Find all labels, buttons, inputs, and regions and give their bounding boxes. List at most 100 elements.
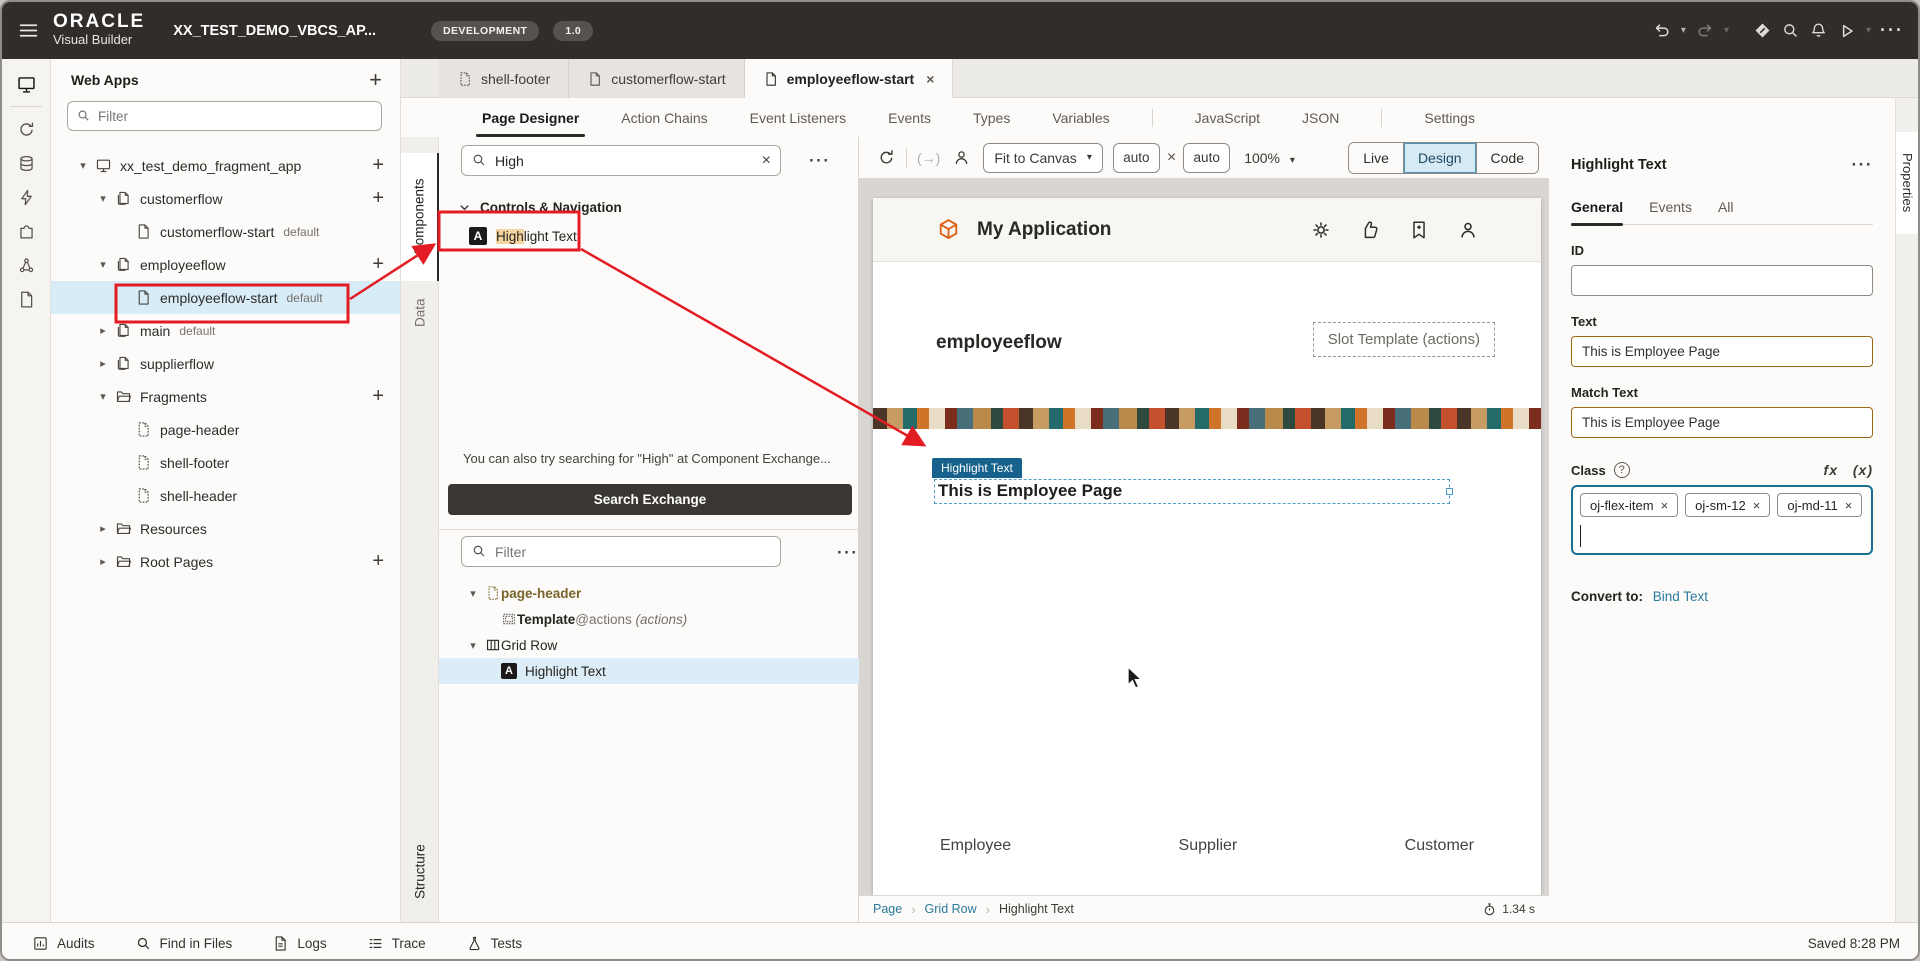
canvas-height-input[interactable]: auto bbox=[1183, 142, 1231, 173]
tree-item-root-pages[interactable]: ▸ Root Pages + bbox=[51, 545, 400, 578]
tab-action-chains[interactable]: Action Chains bbox=[621, 98, 707, 137]
audience-person-icon[interactable] bbox=[952, 148, 971, 167]
trace-button[interactable]: Trace bbox=[367, 935, 426, 952]
run-play-icon[interactable] bbox=[1837, 21, 1857, 41]
rail-processes-icon[interactable] bbox=[2, 180, 51, 214]
rail-components-icon[interactable] bbox=[2, 214, 51, 248]
expand-arrow-icon[interactable]: ▾ bbox=[467, 639, 479, 652]
class-chip-oj-flex-item[interactable]: oj-flex-item × bbox=[1580, 493, 1679, 517]
breadcrumb-page[interactable]: Page bbox=[873, 902, 902, 916]
tab-structure-vertical[interactable]: Structure bbox=[401, 837, 439, 907]
variable-picker-icon[interactable]: (x) bbox=[1853, 462, 1873, 478]
tab-json[interactable]: JSON bbox=[1302, 98, 1339, 137]
tab-javascript[interactable]: JavaScript bbox=[1195, 98, 1260, 137]
properties-menu-icon[interactable]: ··· bbox=[1852, 155, 1873, 175]
footer-link-supplier[interactable]: Supplier bbox=[1179, 837, 1238, 855]
remove-chip-icon[interactable]: × bbox=[1753, 498, 1761, 513]
search-icon[interactable] bbox=[1781, 21, 1800, 40]
class-chip-input[interactable]: oj-flex-item × oj-sm-12 × oj-md-11 × bbox=[1571, 485, 1873, 555]
web-apps-filter-input[interactable] bbox=[67, 101, 382, 131]
fit-to-canvas-dropdown[interactable]: Fit to Canvas ▾ bbox=[983, 142, 1103, 173]
resize-handle[interactable] bbox=[1446, 488, 1453, 495]
collapse-arrow-icon[interactable]: ▸ bbox=[97, 555, 109, 568]
mode-design-button[interactable]: Design bbox=[1402, 142, 1477, 173]
rail-services-icon[interactable] bbox=[2, 112, 51, 146]
tree-item-app[interactable]: ▾ xx_test_demo_fragment_app + bbox=[51, 149, 400, 182]
tree-item-customerflow-start[interactable]: customerflow-start default bbox=[51, 215, 400, 248]
expand-arrow-icon[interactable]: ▾ bbox=[97, 192, 109, 205]
find-in-files-button[interactable]: Find in Files bbox=[135, 935, 232, 952]
tests-button[interactable]: Tests bbox=[466, 935, 522, 952]
structure-item-page-header[interactable]: ▾ page-header bbox=[439, 580, 859, 606]
tab-events[interactable]: Events bbox=[888, 98, 931, 137]
highlight-text-content[interactable]: This is Employee Page bbox=[938, 481, 1122, 501]
tab-event-listeners[interactable]: Event Listeners bbox=[750, 98, 847, 137]
logs-button[interactable]: Logs bbox=[272, 935, 327, 952]
add-root-page-button[interactable]: + bbox=[372, 550, 384, 573]
tab-settings[interactable]: Settings bbox=[1424, 98, 1475, 137]
tree-item-main[interactable]: ▸ main default bbox=[51, 314, 400, 347]
rail-business-objects-icon[interactable] bbox=[2, 146, 51, 180]
rail-dependencies-icon[interactable] bbox=[2, 248, 51, 282]
tab-employeeflow-start[interactable]: employeeflow-start × bbox=[744, 59, 954, 98]
expand-arrow-icon[interactable]: ▾ bbox=[97, 258, 109, 271]
expand-arrow-icon[interactable]: ▾ bbox=[77, 159, 89, 172]
footer-link-employee[interactable]: Employee bbox=[940, 837, 1011, 855]
text-input[interactable] bbox=[1571, 336, 1873, 367]
section-controls-navigation[interactable]: Controls & Navigation bbox=[459, 200, 858, 215]
refresh-canvas-icon[interactable] bbox=[877, 148, 896, 167]
structure-item-highlight-text[interactable]: A Highlight Text bbox=[439, 658, 859, 684]
collapse-arrow-icon[interactable]: ▸ bbox=[97, 324, 109, 337]
rail-source-icon[interactable] bbox=[2, 282, 51, 316]
undo-dropdown-caret[interactable]: ▾ bbox=[1681, 25, 1686, 36]
structure-item-grid-row[interactable]: ▾ Grid Row bbox=[439, 632, 859, 658]
class-chip-oj-sm-12[interactable]: oj-sm-12 × bbox=[1685, 493, 1771, 517]
live-edit-mode-icon[interactable]: (→) bbox=[917, 150, 940, 166]
class-chip-oj-md-11[interactable]: oj-md-11 × bbox=[1777, 493, 1863, 517]
rail-web-apps-icon[interactable] bbox=[2, 67, 51, 101]
mode-live-button[interactable]: Live bbox=[1349, 142, 1403, 173]
components-search-input[interactable]: × bbox=[461, 145, 781, 176]
collapse-arrow-icon[interactable]: ▸ bbox=[97, 522, 109, 535]
breadcrumb-grid-row[interactable]: Grid Row bbox=[925, 902, 977, 916]
audits-button[interactable]: Audits bbox=[32, 935, 95, 952]
tree-item-shell-header[interactable]: shell-header bbox=[51, 479, 400, 512]
help-question-icon[interactable]: ? bbox=[1613, 462, 1630, 478]
redo-icon[interactable] bbox=[1695, 21, 1715, 41]
tab-components-vertical[interactable]: Components bbox=[401, 153, 439, 281]
tab-customerflow-start[interactable]: customerflow-start bbox=[569, 59, 745, 98]
tree-item-employeeflow[interactable]: ▾ employeeflow + bbox=[51, 248, 400, 281]
fx-expression-icon[interactable]: fx bbox=[1824, 462, 1838, 478]
tab-general[interactable]: General bbox=[1571, 199, 1624, 226]
git-icon[interactable] bbox=[1753, 21, 1772, 40]
components-menu-icon[interactable]: ··· bbox=[809, 151, 830, 171]
footer-link-customer[interactable]: Customer bbox=[1405, 837, 1474, 855]
structure-item-template[interactable]: Template@actions (actions) bbox=[439, 606, 859, 632]
header-overflow-menu-icon[interactable]: ··· bbox=[1880, 20, 1904, 41]
tab-shell-footer[interactable]: shell-footer bbox=[439, 59, 570, 98]
person-icon[interactable] bbox=[1457, 219, 1479, 241]
tree-item-fragments[interactable]: ▾ Fragments + bbox=[51, 380, 400, 413]
bind-text-link[interactable]: Bind Text bbox=[1653, 589, 1708, 604]
tab-events[interactable]: Events bbox=[1649, 199, 1692, 224]
tree-item-customerflow[interactable]: ▾ customerflow + bbox=[51, 182, 400, 215]
tree-item-shell-footer[interactable]: shell-footer bbox=[51, 446, 400, 479]
tree-item-supplierflow[interactable]: ▸ supplierflow bbox=[51, 347, 400, 380]
canvas-width-input[interactable]: auto bbox=[1112, 142, 1160, 173]
tab-types[interactable]: Types bbox=[973, 98, 1010, 137]
notifications-bell-icon[interactable] bbox=[1809, 21, 1828, 40]
add-page-button[interactable]: + bbox=[372, 253, 384, 276]
id-input[interactable] bbox=[1571, 265, 1873, 296]
clear-search-icon[interactable]: × bbox=[762, 152, 771, 170]
page-preview[interactable]: My Application employeeflow Slot Templat… bbox=[873, 198, 1541, 895]
collapse-arrow-icon[interactable]: ▸ bbox=[97, 357, 109, 370]
remove-chip-icon[interactable]: × bbox=[1845, 498, 1853, 513]
add-page-button[interactable]: + bbox=[372, 187, 384, 210]
tab-data-vertical[interactable]: Data bbox=[401, 287, 439, 339]
run-dropdown-caret[interactable]: ▾ bbox=[1866, 25, 1871, 36]
selected-component-outline[interactable]: This is Employee Page bbox=[934, 479, 1453, 504]
tab-page-designer[interactable]: Page Designer bbox=[475, 98, 586, 137]
search-exchange-button[interactable]: Search Exchange bbox=[448, 484, 852, 515]
tree-item-resources[interactable]: ▸ Resources bbox=[51, 512, 400, 545]
expand-arrow-icon[interactable]: ▾ bbox=[97, 390, 109, 403]
